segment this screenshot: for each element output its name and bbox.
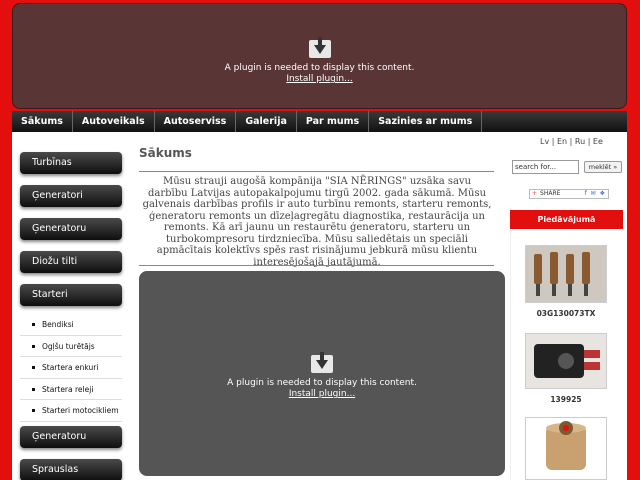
sidebar-item-generators[interactable]: Ģeneratori bbox=[20, 185, 122, 207]
subitem-starter-relays[interactable]: Startera releji bbox=[20, 379, 122, 400]
share-button[interactable]: + SHARE f ✉ ❖ bbox=[529, 189, 609, 199]
install-plugin-link[interactable]: Install plugin... bbox=[13, 74, 626, 85]
product-card[interactable]: 139925 bbox=[525, 333, 607, 404]
sidebar-item-nozzles[interactable]: Sprauslas bbox=[20, 459, 122, 480]
product-card[interactable]: 03G130073TX bbox=[525, 245, 607, 318]
nav-item-autoservice[interactable]: Autoserviss bbox=[155, 111, 237, 132]
content-area: Turbīnas Ģeneratori Ģeneratoru Diožu til… bbox=[12, 132, 627, 480]
nav-item-gallery[interactable]: Galerija bbox=[236, 111, 297, 132]
language-selector[interactable]: Lv | En | Ru | Ee bbox=[540, 137, 603, 146]
nav-item-about[interactable]: Par mums bbox=[297, 111, 370, 132]
social-icons: f ✉ ❖ bbox=[584, 190, 606, 197]
starters-submenu: Bendiksi Ogļšu turētājs Startera enkuri … bbox=[20, 314, 122, 422]
main-plugin-placeholder: A plugin is needed to display this conte… bbox=[139, 271, 505, 476]
nav-item-autoshop[interactable]: Autoveikals bbox=[73, 111, 155, 132]
subitem-brush-holder[interactable]: Ogļšu turētājs bbox=[20, 336, 122, 357]
sidebar-item-starters[interactable]: Starteri bbox=[20, 284, 122, 306]
plugin-message: A plugin is needed to display this conte… bbox=[227, 378, 417, 388]
main-nav: Sākums Autoveikals Autoserviss Galerija … bbox=[12, 111, 627, 132]
product-code: 139925 bbox=[550, 395, 582, 404]
subitem-motorcycle-starters[interactable]: Starteri motocikliem bbox=[20, 400, 122, 422]
sidebar-item-diode-bridges[interactable]: Diožu tilti bbox=[20, 251, 122, 273]
subitem-starter-armatures[interactable]: Startera enkuri bbox=[20, 357, 122, 379]
sidebar-item-generator-pulleys[interactable]: Ģeneratoru skriemeļi bbox=[20, 426, 122, 464]
bearing-image[interactable] bbox=[525, 417, 607, 480]
plugin-message: A plugin is needed to display this conte… bbox=[224, 63, 415, 73]
product-card[interactable] bbox=[525, 417, 607, 480]
product-code: 03G130073TX bbox=[536, 309, 596, 318]
share-plus-icon: + bbox=[532, 190, 538, 197]
install-plugin-link[interactable]: Install plugin... bbox=[139, 389, 505, 400]
nav-item-contact[interactable]: Sazinies ar mums bbox=[369, 111, 483, 132]
intro-divider bbox=[139, 265, 494, 266]
injector-set-image[interactable] bbox=[525, 245, 607, 303]
top-plugin-placeholder: A plugin is needed to display this conte… bbox=[12, 3, 627, 109]
intro-text: Mūsu strauji augošā kompānija "SIA NĒRIN… bbox=[142, 176, 492, 268]
share-label: SHARE bbox=[540, 190, 561, 197]
title-divider bbox=[139, 171, 494, 172]
nav-item-home[interactable]: Sākums bbox=[12, 111, 73, 132]
plugin-download-icon bbox=[309, 351, 335, 373]
offers-header: Piedāvājumā bbox=[510, 210, 623, 229]
search-button[interactable]: meklēt » bbox=[584, 161, 622, 173]
search-input[interactable]: search for... bbox=[512, 160, 579, 174]
plugin-download-icon bbox=[307, 36, 333, 58]
sidebar-item-generator-parts[interactable]: Ģeneratoru bbox=[20, 218, 122, 240]
page-title: Sākums bbox=[139, 146, 192, 160]
subitem-bendix[interactable]: Bendiksi bbox=[20, 314, 122, 336]
sidebar-item-turbines[interactable]: Turbīnas bbox=[20, 152, 122, 174]
voltage-regulator-image[interactable] bbox=[525, 333, 607, 389]
